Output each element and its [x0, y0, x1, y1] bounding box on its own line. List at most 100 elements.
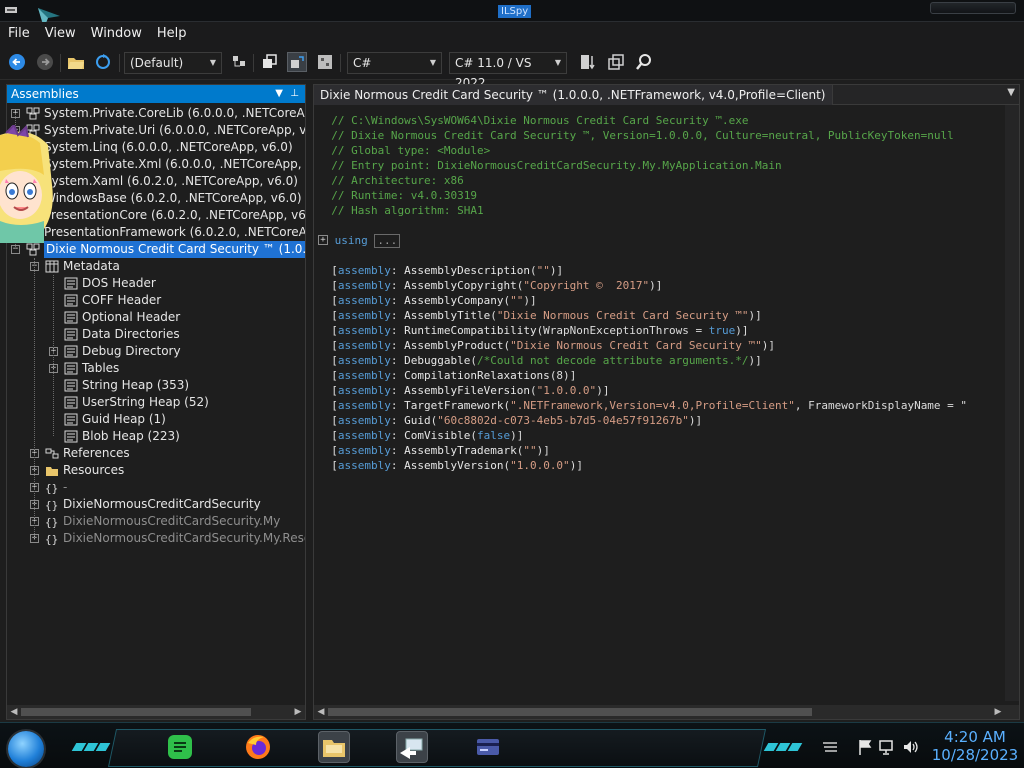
attribute-argument: (8)	[549, 369, 570, 382]
tree-node-label: Tables	[82, 361, 120, 375]
code-line: [assembly: CompilationRelaxations(8)]	[318, 368, 998, 383]
vertical-scrollbar[interactable]	[1005, 105, 1019, 701]
attribute-argument: ""	[510, 294, 524, 307]
forward-button[interactable]	[35, 52, 55, 72]
tree-node[interactable]: Optional Header	[7, 309, 305, 326]
show-all-toggle[interactable]	[287, 52, 307, 72]
horizontal-scrollbar[interactable]: ◀ ▶	[314, 705, 1019, 719]
show-internal-button[interactable]	[315, 52, 335, 72]
sort-button[interactable]	[578, 52, 598, 72]
table-icon	[64, 345, 78, 358]
scroll-left-icon[interactable]: ◀	[7, 705, 21, 719]
assembly-list-icon	[233, 56, 245, 67]
scroll-right-icon[interactable]: ▶	[991, 705, 1005, 719]
attribute-argument: (	[490, 309, 497, 322]
attribute-argument: , FrameworkDisplayName = "	[794, 399, 968, 412]
attribute-argument: /*Could not decode attribute arguments.*…	[476, 354, 749, 367]
tree-node[interactable]: + Resources	[7, 462, 305, 479]
menu-lines-icon[interactable]	[820, 737, 840, 757]
search-mode-dropdown[interactable]: (Default) ▼	[124, 52, 222, 74]
assembly-list-button[interactable]	[229, 52, 249, 72]
menu-view[interactable]: View	[41, 26, 80, 41]
tree-node[interactable]: COFF Header	[7, 292, 305, 309]
tree-node[interactable]: DOS Header	[7, 275, 305, 292]
toolbar-separator	[60, 54, 61, 72]
language-dropdown[interactable]: C# ▼	[347, 52, 442, 74]
tree-node[interactable]: + Tables	[7, 360, 305, 377]
taskbar-app-card[interactable]	[472, 731, 504, 763]
attribute-argument: "Dixie Normous Credit Card Security ™"	[510, 339, 762, 352]
attribute-name: TargetFramework	[404, 399, 504, 412]
tree-node-label: Debug Directory	[82, 344, 181, 358]
attribute-name: AssemblyVersion	[404, 459, 504, 472]
menu-file[interactable]: File	[4, 26, 34, 41]
window-controls[interactable]	[930, 2, 1016, 14]
tab-menu-icon[interactable]: ▼	[1007, 87, 1015, 98]
back-button[interactable]	[7, 52, 27, 72]
tree-node[interactable]: Blob Heap (223)	[7, 428, 305, 445]
tree-node-label: String Heap (353)	[82, 378, 190, 392]
tree-node-label: DixieNormousCreditCardSecurity.My	[63, 514, 281, 528]
tree-node[interactable]: Guid Heap (1)	[7, 411, 305, 428]
expand-region-icon[interactable]: +	[318, 235, 328, 245]
scrollbar-thumb[interactable]	[328, 708, 812, 716]
decompile-options-button[interactable]	[260, 52, 280, 72]
tree-node[interactable]: Data Directories	[7, 326, 305, 343]
horizontal-scrollbar[interactable]: ◀ ▶	[7, 705, 305, 719]
menu-help[interactable]: Help	[153, 26, 191, 41]
flag-icon[interactable]	[856, 738, 874, 756]
search-mode-value: (Default)	[130, 56, 184, 70]
svg-text:{}: {}	[45, 533, 58, 545]
tree-node[interactable]: +{} -	[7, 479, 305, 496]
tree-node[interactable]: String Heap (353)	[7, 377, 305, 394]
tree-node[interactable]: +{} DixieNormousCreditCardSecurity.My	[7, 513, 305, 530]
show-all-icon	[291, 56, 304, 68]
tree-node-label: System.Private.CoreLib (6.0.0.0, .NETCor…	[44, 106, 305, 120]
document-tab[interactable]: Dixie Normous Credit Card Security ™ (1.…	[314, 85, 833, 105]
volume-icon[interactable]	[902, 738, 920, 756]
chevron-down-icon[interactable]: ▼	[275, 85, 283, 103]
tree-node[interactable]: − Metadata	[7, 258, 305, 275]
collapsed-region[interactable]: ...	[374, 234, 401, 248]
reload-button[interactable]	[93, 52, 113, 72]
toolbar-separator	[340, 54, 341, 72]
clock[interactable]: 4:20 AM 10/28/2023	[930, 728, 1020, 764]
app-icon[interactable]	[4, 3, 18, 17]
code-editor[interactable]: // C:\Windows\SysWOW64\Dixie Normous Cre…	[318, 113, 998, 693]
pin-icon[interactable]: ⊥	[290, 85, 299, 103]
attribute-argument: (	[470, 354, 477, 367]
tree-node[interactable]: +{} DixieNormousCreditCardSecurity.My.Res…	[7, 530, 305, 547]
taskbar-app-remote[interactable]	[396, 731, 428, 763]
tree-node-label: Data Directories	[82, 327, 180, 341]
tree-node[interactable]: + System.Private.CoreLib (6.0.0.0, .NETCo…	[7, 105, 305, 122]
scroll-right-icon[interactable]: ▶	[291, 705, 305, 719]
scroll-left-icon[interactable]: ◀	[314, 705, 328, 719]
code-token: :	[390, 369, 405, 382]
search-button[interactable]	[634, 52, 654, 72]
tree-node[interactable]: + References	[7, 445, 305, 462]
network-icon[interactable]	[878, 738, 896, 756]
taskbar-app-explorer[interactable]	[318, 731, 350, 763]
tree-node-label: System.Xaml (6.0.2.0, .NETCoreApp, v6.0)	[44, 174, 298, 188]
sort-icon	[581, 55, 595, 70]
taskbar-app-notes[interactable]	[164, 731, 196, 763]
attribute-name: AssemblyCompany	[404, 294, 504, 307]
tree-node[interactable]: +{} DixieNormousCreditCardSecurity	[7, 496, 305, 513]
taskbar-app-firefox[interactable]	[242, 731, 274, 763]
collapse-all-button[interactable]	[606, 52, 626, 72]
attribute-argument: false	[476, 429, 511, 442]
code-token: :	[390, 444, 405, 457]
attribute-argument: )	[649, 279, 656, 292]
open-button[interactable]	[66, 52, 86, 72]
tree-node[interactable]: + Debug Directory	[7, 343, 305, 360]
attribute-name: AssemblyCopyright	[404, 279, 517, 292]
tree-node-label: System.Linq (6.0.0.0, .NETCoreApp, v6.0)	[44, 140, 293, 154]
start-button[interactable]	[8, 731, 44, 767]
menu-window[interactable]: Window	[87, 26, 146, 41]
code-token: :	[390, 384, 405, 397]
scrollbar-thumb[interactable]	[21, 708, 251, 716]
tree-node[interactable]: UserString Heap (52)	[7, 394, 305, 411]
language-version-dropdown[interactable]: C# 11.0 / VS 2022. ▼	[449, 52, 567, 90]
attribute-argument: )	[688, 414, 696, 427]
